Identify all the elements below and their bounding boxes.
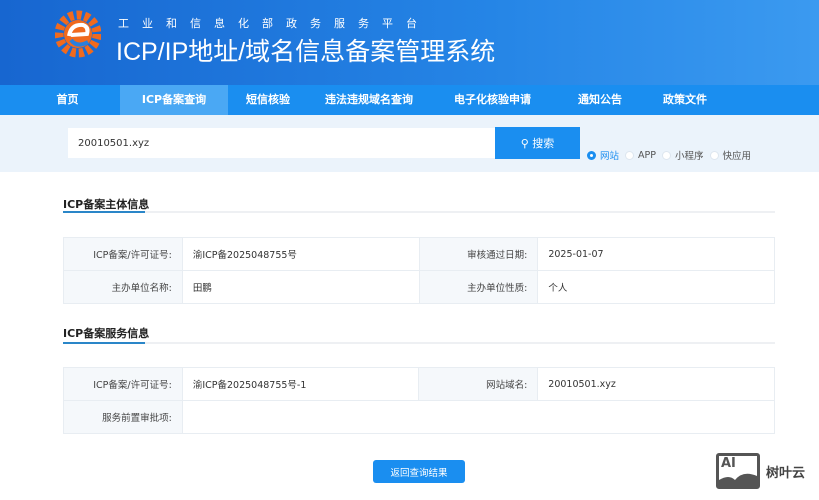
table-row: ICP备案/许可证号: 渝ICP备2025048755号 审核通过日期: 202… bbox=[63, 237, 775, 271]
miit-logo-icon bbox=[55, 10, 101, 58]
field-value: 2025-01-07 bbox=[537, 237, 775, 271]
field-value: 20010501.xyz bbox=[537, 367, 775, 401]
watermark: AI 树叶云 bbox=[716, 453, 805, 489]
radio-quick-app[interactable]: 快应用 bbox=[709, 148, 751, 162]
divider bbox=[63, 342, 775, 344]
nav-illegal-domain[interactable]: 违法违规域名查询 bbox=[308, 85, 430, 115]
search-icon: ⚲ bbox=[520, 137, 533, 150]
nav-notices[interactable]: 通知公告 bbox=[555, 85, 645, 115]
field-label: 主办单位名称: bbox=[63, 270, 183, 304]
field-label: ICP备案/许可证号: bbox=[63, 367, 183, 401]
field-value: 个人 bbox=[537, 270, 775, 304]
service-section-title: ICP备案服务信息 bbox=[63, 327, 150, 340]
table-row: ICP备案/许可证号: 渝ICP备2025048755号-1 网站域名: 200… bbox=[63, 367, 775, 401]
main-nav: 首页 ICP备案查询 短信核验 违法违规域名查询 电子化核验申请 通知公告 政策… bbox=[0, 85, 819, 115]
subject-info-table: ICP备案/许可证号: 渝ICP备2025048755号 审核通过日期: 202… bbox=[63, 237, 775, 304]
field-label: 服务前置审批项: bbox=[63, 400, 183, 434]
subject-section-title: ICP备案主体信息 bbox=[63, 198, 150, 211]
service-info-table: ICP备案/许可证号: 渝ICP备2025048755号-1 网站域名: 200… bbox=[63, 367, 776, 434]
table-row: 主办单位名称: 田鹏 主办单位性质: 个人 bbox=[63, 270, 775, 304]
divider bbox=[63, 211, 775, 213]
table-row: 服务前置审批项: bbox=[63, 400, 776, 434]
header: 工业和信息化部政务服务平台 ICP/IP地址/域名信息备案管理系统 bbox=[0, 0, 819, 85]
field-value bbox=[181, 400, 776, 434]
nav-e-verify[interactable]: 电子化核验申请 bbox=[430, 85, 555, 115]
search-button[interactable]: ⚲ 搜索 bbox=[495, 127, 580, 159]
back-to-results-button[interactable]: 返回查询结果 bbox=[373, 460, 465, 483]
nav-policy[interactable]: 政策文件 bbox=[645, 85, 725, 115]
field-value: 田鹏 bbox=[181, 270, 420, 304]
search-input[interactable] bbox=[68, 128, 495, 158]
field-label: 主办单位性质: bbox=[418, 270, 539, 304]
system-title: ICP/IP地址/域名信息备案管理系统 bbox=[116, 38, 496, 66]
field-label: 网站域名: bbox=[418, 367, 539, 401]
platform-subtitle: 工业和信息化部政务服务平台 bbox=[118, 17, 430, 30]
radio-website[interactable]: 网站 bbox=[587, 148, 619, 162]
search-bar: ⚲ 搜索 网站 APP 小程序 快应用 bbox=[0, 115, 819, 172]
watermark-logo-icon: AI bbox=[716, 453, 760, 489]
nav-icp-query[interactable]: ICP备案查询 bbox=[120, 85, 228, 115]
nav-home[interactable]: 首页 bbox=[0, 85, 120, 115]
nav-sms-verify[interactable]: 短信核验 bbox=[228, 85, 308, 115]
field-value: 渝ICP备2025048755号 bbox=[181, 237, 420, 271]
watermark-text: 树叶云 bbox=[766, 465, 806, 481]
search-type-radios: 网站 APP 小程序 快应用 bbox=[587, 148, 751, 162]
field-label: 审核通过日期: bbox=[418, 237, 539, 271]
radio-app[interactable]: APP bbox=[625, 150, 656, 161]
field-label: ICP备案/许可证号: bbox=[63, 237, 183, 271]
field-value: 渝ICP备2025048755号-1 bbox=[181, 367, 420, 401]
radio-mini-program[interactable]: 小程序 bbox=[661, 148, 704, 162]
